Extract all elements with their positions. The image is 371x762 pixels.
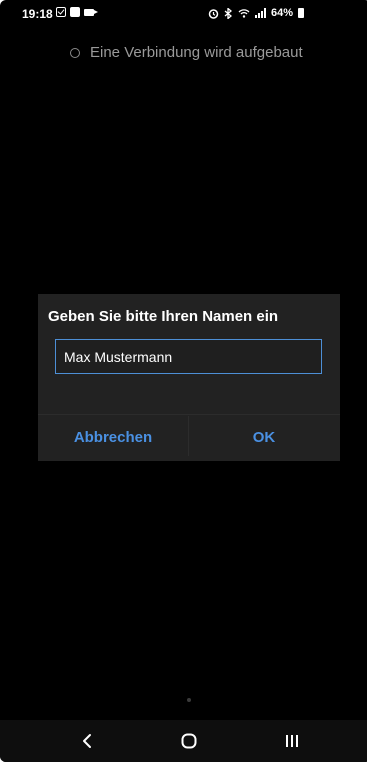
navigation-bar [0,720,367,762]
back-button[interactable] [57,720,117,762]
battery-icon [298,8,305,18]
video-camera-icon [84,8,98,16]
phone-screen: 19:18 64% Eine Verbindung wird aufgebaut… [0,0,371,762]
page-indicator [187,698,191,702]
status-time: 19:18 [22,7,53,21]
wifi-icon [238,9,250,18]
dialog-divider [38,414,340,415]
recent-apps-icon [286,735,298,747]
battery-percentage: 64% [271,7,294,19]
name-dialog: Geben Sie bitte Ihren Namen ein Abbreche… [38,294,340,461]
dialog-title: Geben Sie bitte Ihren Namen ein [48,308,279,325]
home-icon [181,733,197,749]
home-button[interactable] [159,720,219,762]
checkbox-notification-icon [56,7,66,17]
loading-spinner-icon [70,47,80,58]
status-right-icons: 64% [208,7,305,19]
app-notification-icon [70,7,80,17]
status-bar: 19:18 64% [0,0,367,26]
signal-icon [255,8,266,18]
connection-status-text: Eine Verbindung wird aufgebaut [90,44,303,61]
frame-edge [367,0,371,762]
recent-apps-button[interactable] [262,720,322,762]
bluetooth-icon [224,7,233,19]
connection-status: Eine Verbindung wird aufgebaut [70,44,303,61]
cancel-button[interactable]: Abbrechen [38,416,188,458]
back-icon [83,734,91,748]
name-input[interactable] [55,339,322,374]
status-left-icons [56,7,98,17]
ok-button[interactable]: OK [189,416,339,458]
alarm-icon [208,8,219,19]
